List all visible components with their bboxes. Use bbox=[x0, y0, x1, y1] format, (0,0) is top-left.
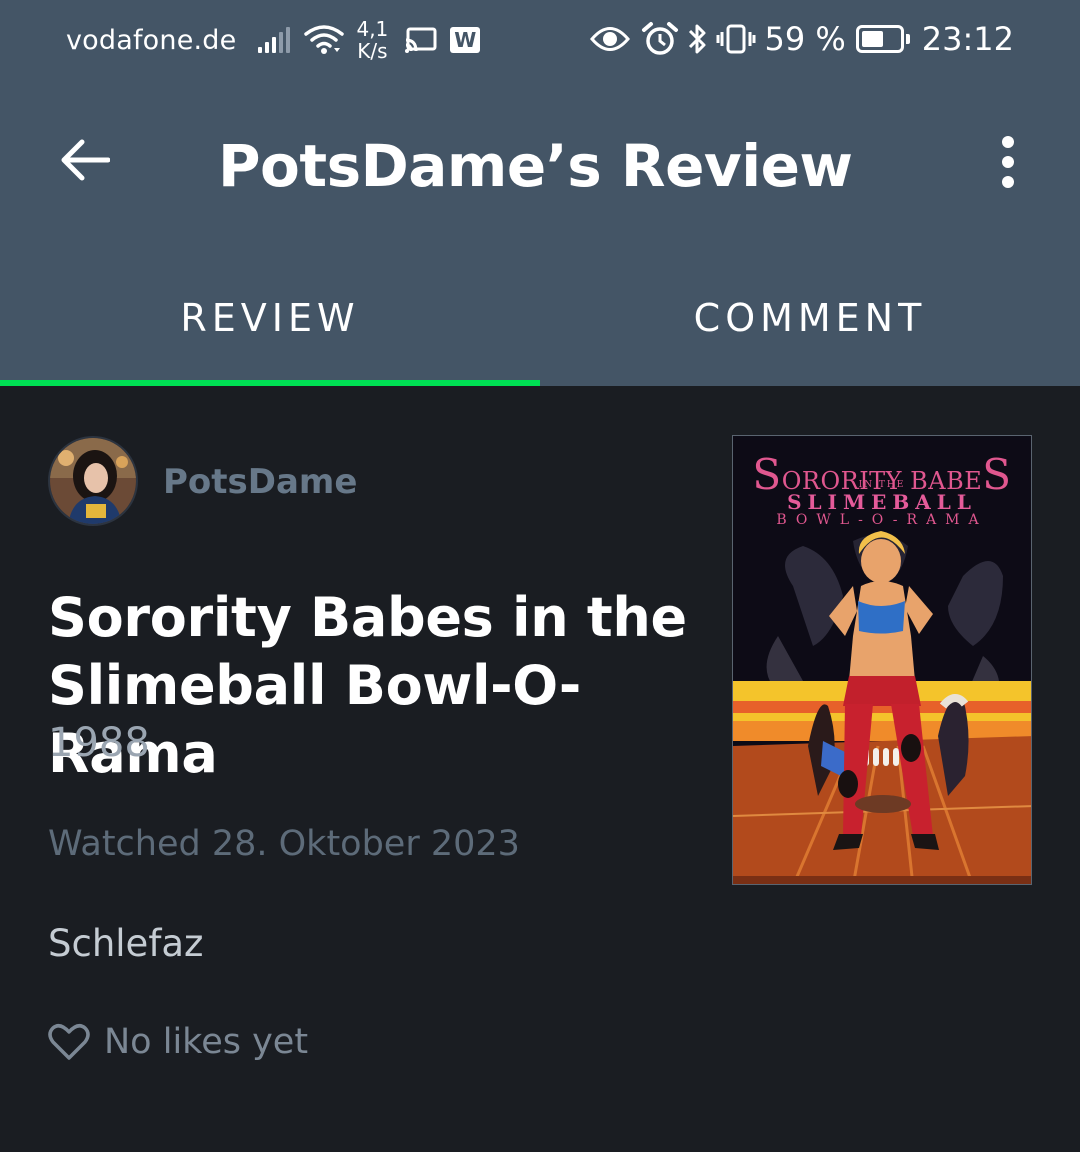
likes-count: No likes yet bbox=[104, 1022, 309, 1062]
w-app-icon: W bbox=[450, 27, 481, 53]
likes-row[interactable]: No likes yet bbox=[48, 1020, 308, 1064]
poster-line-bowl-o-rama: BOWL-O-RAMA bbox=[776, 512, 988, 528]
vibrate-icon bbox=[716, 24, 756, 54]
network-speed: 4,1 K/s bbox=[356, 18, 388, 62]
status-left: vodafone.de 4,1 K/s W bbox=[66, 18, 481, 62]
page-title: PotsDame’s Review bbox=[218, 132, 853, 200]
arrow-back-icon bbox=[61, 139, 110, 181]
bluetooth-icon bbox=[689, 24, 706, 54]
film-year: 1988 bbox=[48, 720, 150, 766]
clock: 23:12 bbox=[921, 20, 1014, 58]
battery-fill bbox=[861, 31, 884, 47]
network-speed-unit: K/s bbox=[357, 39, 388, 63]
network-speed-value: 4,1 bbox=[356, 17, 389, 41]
carrier-name: vodafone.de bbox=[66, 24, 237, 56]
wifi-icon bbox=[304, 25, 345, 54]
watched-date: Watched 28. Oktober 2023 bbox=[48, 824, 520, 864]
tab-comment[interactable]: COMMENT bbox=[540, 280, 1080, 386]
status-right: 59 % 23:12 bbox=[590, 18, 1014, 60]
tab-indicator bbox=[0, 380, 540, 386]
tab-bar: REVIEW COMMENT bbox=[0, 280, 1080, 386]
app-bar: PotsDame’s Review bbox=[0, 100, 1080, 230]
poster-line-slimeball: SLIMEBALL bbox=[787, 490, 977, 514]
review-text: Schlefaz bbox=[48, 922, 204, 965]
status-bar: vodafone.de 4,1 K/s W 59 % 23:12 bbox=[0, 0, 1080, 80]
more-vert-icon bbox=[1002, 136, 1014, 148]
tab-review[interactable]: REVIEW bbox=[0, 280, 540, 386]
film-poster[interactable]: SORORITY BABES IN THE SLIMEBALL BOWL-O-R… bbox=[732, 435, 1032, 885]
username[interactable]: PotsDame bbox=[163, 462, 357, 502]
back-button[interactable] bbox=[52, 128, 116, 192]
battery-icon bbox=[855, 25, 910, 53]
battery-percent: 59 % bbox=[764, 20, 846, 58]
eye-icon bbox=[590, 27, 631, 51]
alarm-icon bbox=[642, 22, 679, 55]
more-options-button[interactable] bbox=[988, 130, 1028, 194]
signal-icon bbox=[258, 27, 291, 53]
heart-icon[interactable] bbox=[48, 1023, 90, 1061]
cast-icon bbox=[405, 27, 437, 53]
poster-line-in-the: IN THE bbox=[858, 480, 906, 490]
avatar[interactable] bbox=[48, 436, 138, 526]
